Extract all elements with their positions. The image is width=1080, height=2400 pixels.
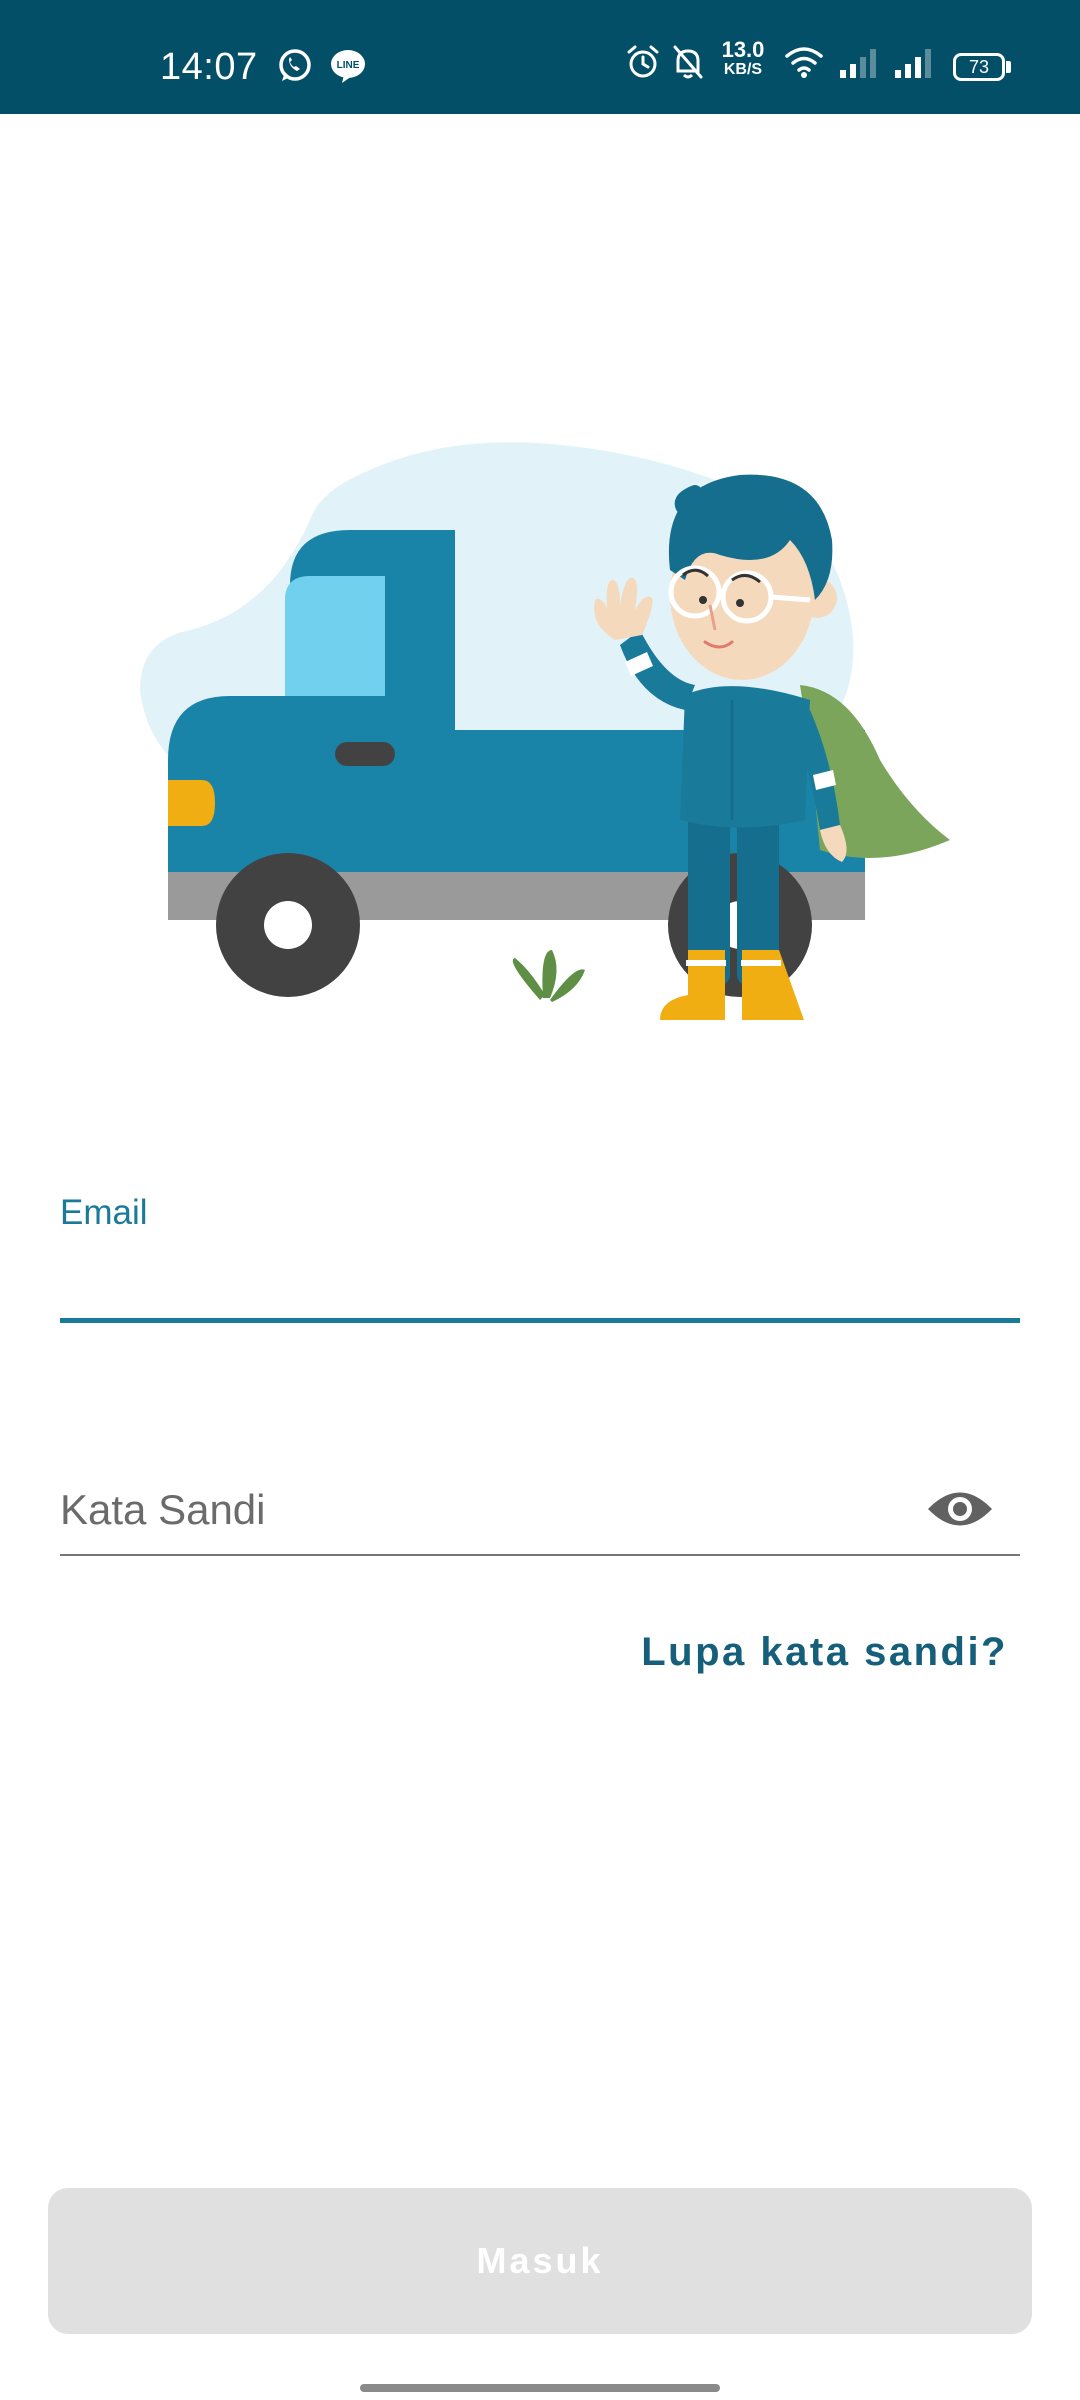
signal-icon-2 <box>895 49 931 78</box>
battery-icon: 73 <box>953 53 1005 81</box>
status-time: 14:07 <box>160 46 258 88</box>
email-underline <box>60 1318 1020 1323</box>
gesture-nav-handle[interactable] <box>360 2384 720 2392</box>
email-field[interactable] <box>60 1232 1020 1320</box>
svg-text:LINE: LINE <box>337 60 360 71</box>
delivery-truck-with-courier-illustration <box>140 442 950 1020</box>
eye-icon[interactable] <box>926 1484 994 1534</box>
whatsapp-icon <box>279 49 311 81</box>
password-underline <box>60 1554 1020 1556</box>
signal-icon-1 <box>840 49 876 78</box>
password-field[interactable] <box>60 1470 920 1550</box>
battery-tip <box>1006 61 1011 73</box>
email-label: Email <box>60 1193 148 1232</box>
line-icon: LINE <box>331 50 365 83</box>
network-speed: 13.0 KB/S <box>721 37 765 79</box>
forgot-password-link[interactable]: Lupa kata sandi? <box>641 1630 1008 1675</box>
wifi-icon <box>785 47 823 78</box>
status-bar: 14:07 LINE 13.0 KB/S 73 <box>0 0 1080 114</box>
silent-bell-icon <box>673 45 703 79</box>
alarm-icon <box>627 45 659 78</box>
login-button[interactable]: Masuk <box>48 2188 1032 2334</box>
